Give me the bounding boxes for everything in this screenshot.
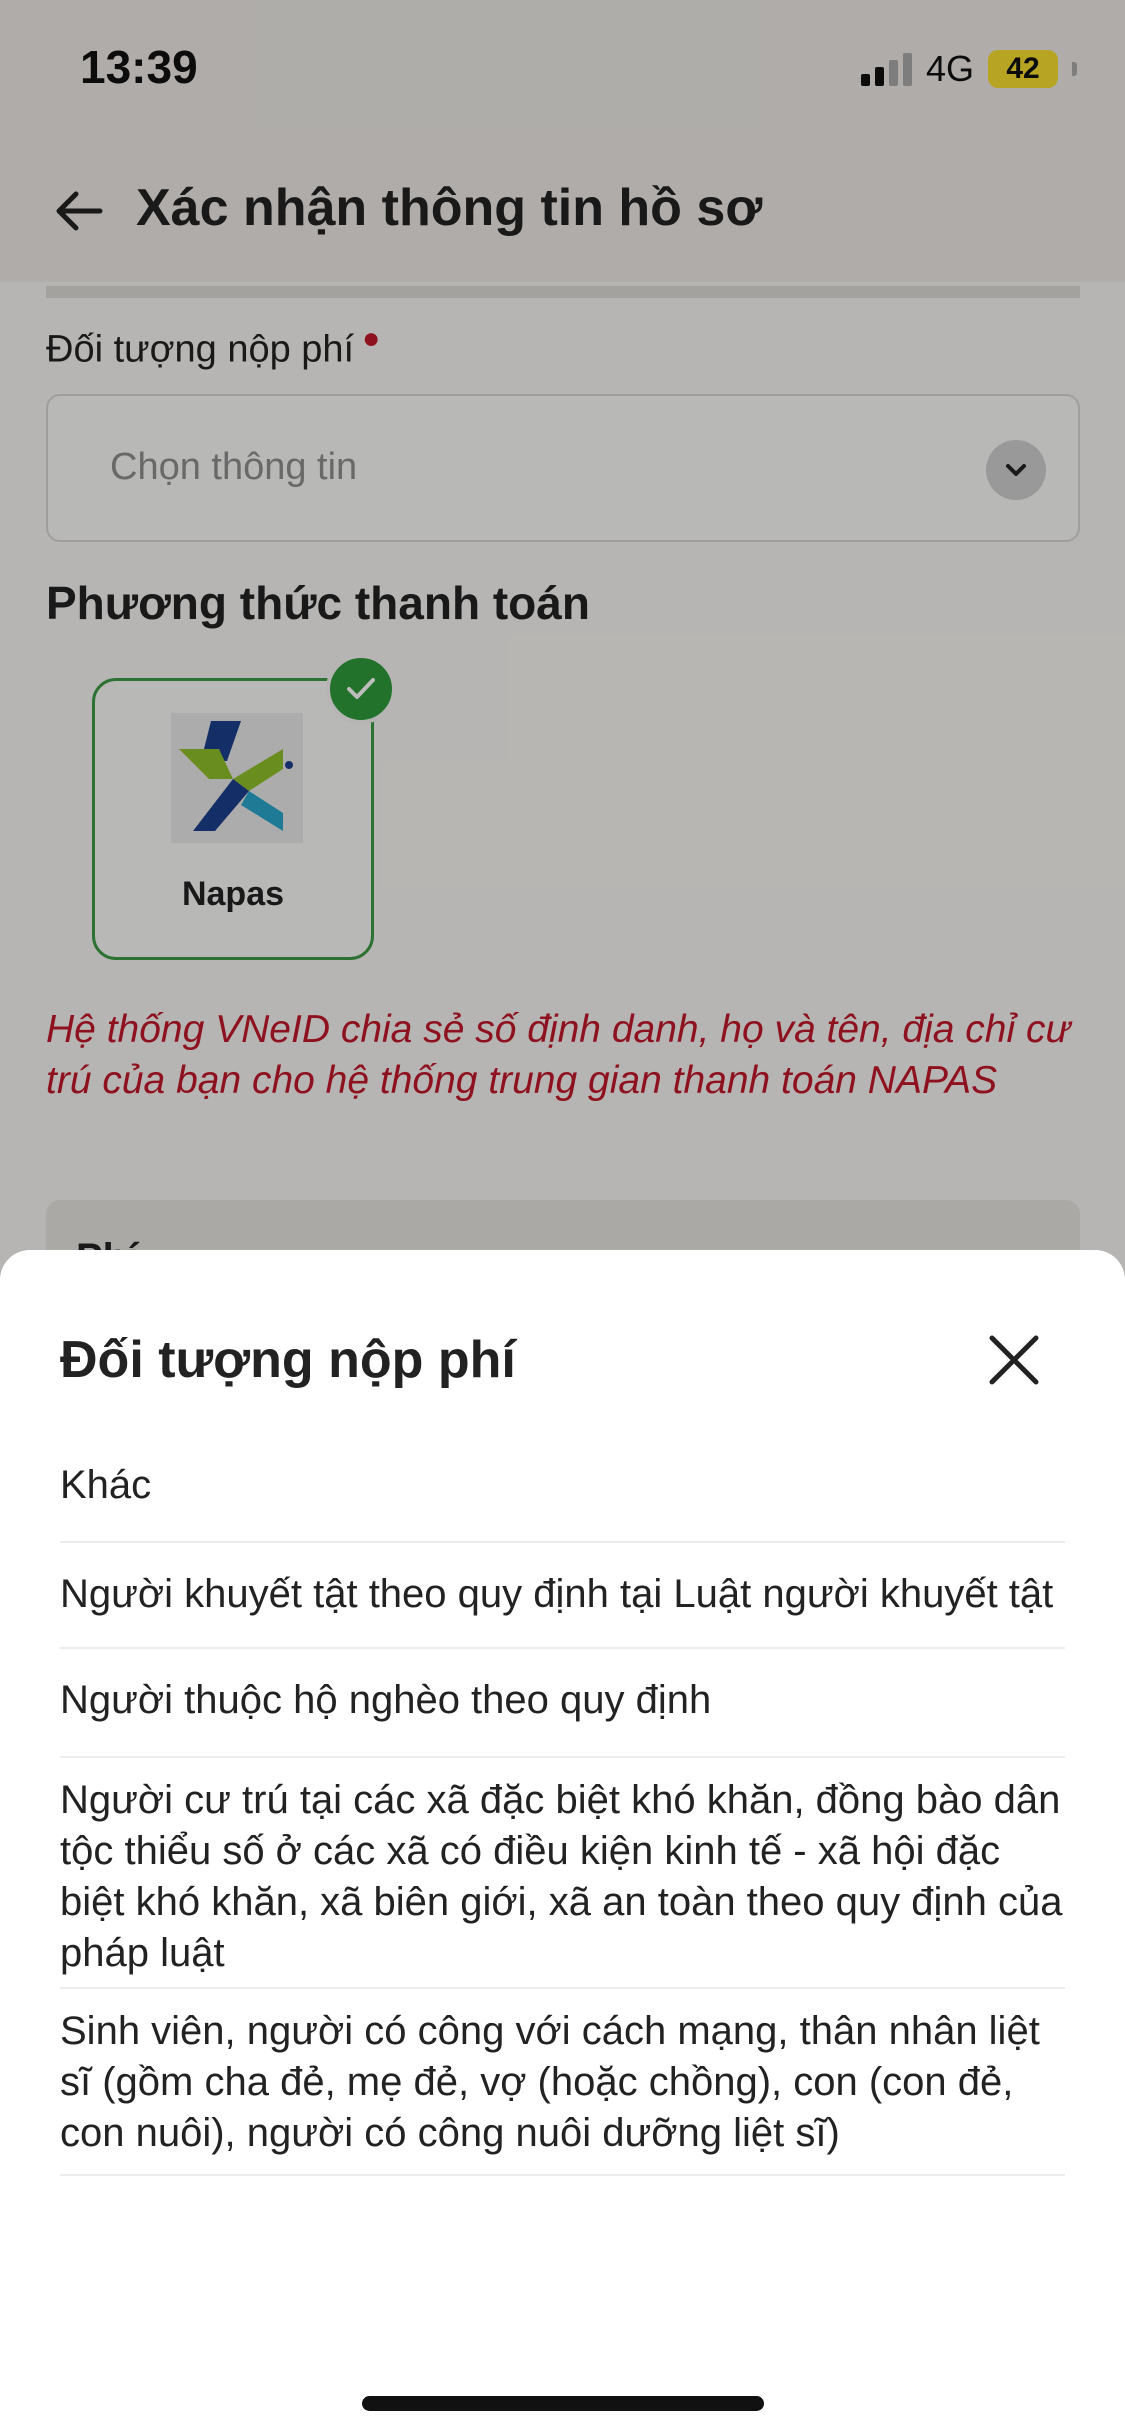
payer-option[interactable]: Khác — [60, 1446, 1065, 1543]
payer-option[interactable]: Người thuộc hộ nghèo theo quy định — [60, 1649, 1065, 1758]
payer-option[interactable]: Người cư trú tại các xã đặc biệt khó khă… — [60, 1758, 1065, 1989]
sheet-title: Đối tượng nộp phí — [60, 1331, 516, 1389]
payer-bottom-sheet: Đối tượng nộp phí Khác Người khuyết tật … — [0, 1250, 1125, 2436]
payer-options-list: Khác Người khuyết tật theo quy định tại … — [60, 1446, 1065, 2176]
home-indicator — [362, 2396, 764, 2411]
payer-option[interactable]: Sinh viên, người có công với cách mạng, … — [60, 1989, 1065, 2176]
close-icon[interactable] — [986, 1332, 1042, 1388]
payer-option[interactable]: Người khuyết tật theo quy định tại Luật … — [60, 1543, 1065, 1649]
